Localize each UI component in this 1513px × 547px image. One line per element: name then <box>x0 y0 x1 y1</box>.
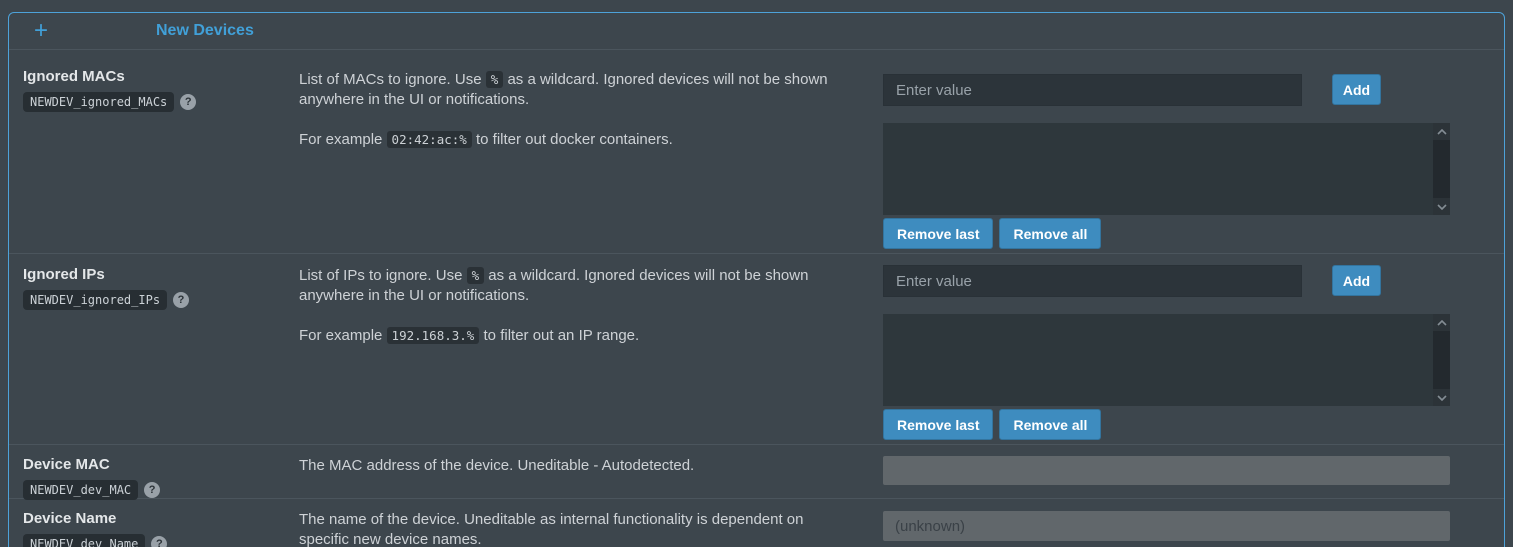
inline-code: 192.168.3.% <box>387 327 480 344</box>
setting-description: The MAC address of the device. Uneditabl… <box>285 445 869 500</box>
add-button[interactable]: Add <box>1332 265 1381 296</box>
help-icon[interactable]: ? <box>144 482 160 498</box>
input-row: Add <box>883 265 1504 297</box>
inline-code: % <box>486 71 504 88</box>
ignored-ips-listbox[interactable] <box>883 314 1450 406</box>
setting-description: List of MACs to ignore. Use % as a wildc… <box>285 50 869 253</box>
setting-controls: Add Remove last Remove all <box>869 254 1504 444</box>
setting-key-badge: NEWDEV_ignored_IPs <box>23 290 167 310</box>
listbox-scrollbar[interactable] <box>1433 314 1450 406</box>
listbox-scrollbar[interactable] <box>1433 123 1450 215</box>
setting-key-line: NEWDEV_dev_Name ? <box>23 534 275 547</box>
setting-key-badge: NEWDEV_dev_Name <box>23 534 145 547</box>
scroll-down-icon[interactable] <box>1433 198 1450 215</box>
description-example: For example 02:42:ac:% to filter out doc… <box>299 130 855 150</box>
ignored-ips-input[interactable] <box>883 265 1302 297</box>
setting-row-ignored-macs: Ignored MACs NEWDEV_ignored_MACs ? List … <box>9 50 1504 253</box>
setting-controls: Add Remove last Remove all <box>869 50 1504 253</box>
description-text: List of IPs to ignore. Use % as a wildca… <box>299 266 855 306</box>
setting-description: The name of the device. Uneditable as in… <box>285 499 869 547</box>
description-text: List of MACs to ignore. Use % as a wildc… <box>299 70 855 110</box>
ignored-macs-listbox[interactable] <box>883 123 1450 215</box>
setting-label: Device MAC <box>23 456 275 473</box>
expand-section-icon[interactable]: + <box>32 19 50 43</box>
device-name-input <box>883 511 1450 541</box>
help-icon[interactable]: ? <box>173 292 189 308</box>
new-devices-settings-panel: + New Devices Ignored MACs NEWDEV_ignore… <box>8 12 1505 547</box>
setting-key-badge: NEWDEV_dev_MAC <box>23 480 138 500</box>
scroll-up-icon[interactable] <box>1433 314 1450 331</box>
setting-description: List of IPs to ignore. Use % as a wildca… <box>285 254 869 444</box>
list-actions: Remove last Remove all <box>883 218 1504 249</box>
scrollbar-track[interactable] <box>1433 331 1450 389</box>
description-text: The MAC address of the device. Uneditabl… <box>299 456 855 476</box>
scrollbar-track[interactable] <box>1433 140 1450 198</box>
setting-key-line: NEWDEV_ignored_MACs ? <box>23 92 275 112</box>
ignored-macs-input[interactable] <box>883 74 1302 106</box>
setting-controls <box>869 499 1504 547</box>
setting-label-cell: Device MAC NEWDEV_dev_MAC ? <box>9 445 285 500</box>
setting-label-cell: Ignored IPs NEWDEV_ignored_IPs ? <box>9 254 285 444</box>
setting-label: Device Name <box>23 510 275 527</box>
setting-label-cell: Ignored MACs NEWDEV_ignored_MACs ? <box>9 50 285 253</box>
setting-row-ignored-ips: Ignored IPs NEWDEV_ignored_IPs ? List of… <box>9 253 1504 444</box>
setting-label: Ignored IPs <box>23 266 275 283</box>
inline-code: 02:42:ac:% <box>387 131 472 148</box>
setting-controls <box>869 445 1504 500</box>
remove-all-button[interactable]: Remove all <box>999 409 1101 440</box>
panel-title[interactable]: New Devices <box>156 22 254 40</box>
setting-row-device-name: Device Name NEWDEV_dev_Name ? The name o… <box>9 498 1504 547</box>
setting-label: Ignored MACs <box>23 68 275 85</box>
description-text: The name of the device. Uneditable as in… <box>299 510 855 547</box>
add-button[interactable]: Add <box>1332 74 1381 105</box>
help-icon[interactable]: ? <box>151 536 167 547</box>
remove-all-button[interactable]: Remove all <box>999 218 1101 249</box>
list-actions: Remove last Remove all <box>883 409 1504 440</box>
setting-row-device-mac: Device MAC NEWDEV_dev_MAC ? The MAC addr… <box>9 444 1504 498</box>
setting-key-line: NEWDEV_dev_MAC ? <box>23 480 275 500</box>
panel-header: + New Devices <box>9 13 1504 50</box>
setting-label-cell: Device Name NEWDEV_dev_Name ? <box>9 499 285 547</box>
scroll-up-icon[interactable] <box>1433 123 1450 140</box>
description-example: For example 192.168.3.% to filter out an… <box>299 326 855 346</box>
remove-last-button[interactable]: Remove last <box>883 409 993 440</box>
inline-code: % <box>467 267 485 284</box>
help-icon[interactable]: ? <box>180 94 196 110</box>
input-row: Add <box>883 74 1504 106</box>
setting-key-line: NEWDEV_ignored_IPs ? <box>23 290 275 310</box>
device-mac-input <box>883 456 1450 485</box>
remove-last-button[interactable]: Remove last <box>883 218 993 249</box>
setting-key-badge: NEWDEV_ignored_MACs <box>23 92 174 112</box>
scroll-down-icon[interactable] <box>1433 389 1450 406</box>
